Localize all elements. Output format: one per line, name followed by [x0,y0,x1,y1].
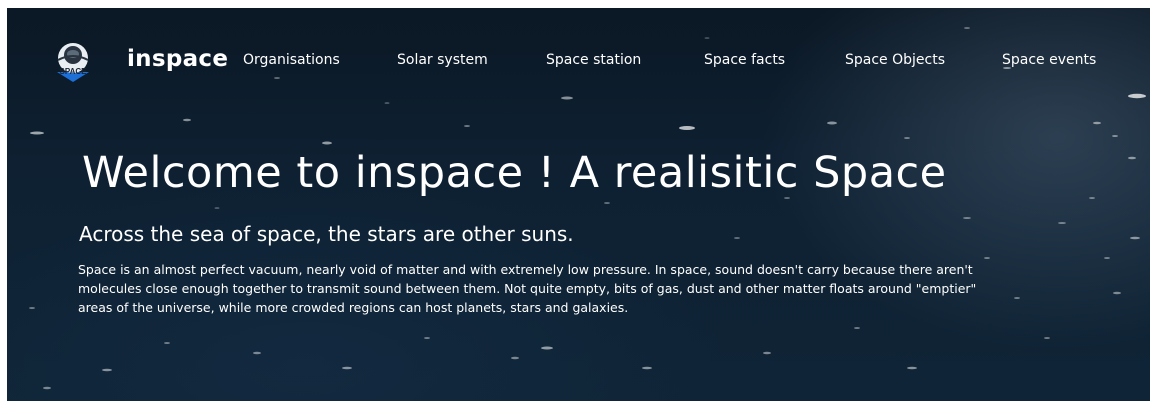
space-logo-icon[interactable]: SPACE [51,38,95,84]
nav-link-space-events[interactable]: Space events [1002,52,1096,68]
nav-link-organisations[interactable]: Organisations [243,52,340,68]
nav-link-space-facts[interactable]: Space facts [704,52,785,68]
nav-link-space-station[interactable]: Space station [546,52,641,68]
hero-section: SPACE inspace Organisations Solar system… [7,8,1150,401]
brand-name[interactable]: inspace [127,46,228,72]
nav-link-space-objects[interactable]: Space Objects [845,52,945,68]
hero-subtitle: Across the sea of space, the stars are o… [79,222,574,246]
hero-title: Welcome to inspace ! A realisitic Space [82,148,947,198]
nav-link-solar-system[interactable]: Solar system [397,52,488,68]
top-navigation: SPACE inspace Organisations Solar system… [7,8,1150,98]
logo-text: SPACE [60,67,88,76]
hero-description: Space is an almost perfect vacuum, nearl… [78,262,977,315]
